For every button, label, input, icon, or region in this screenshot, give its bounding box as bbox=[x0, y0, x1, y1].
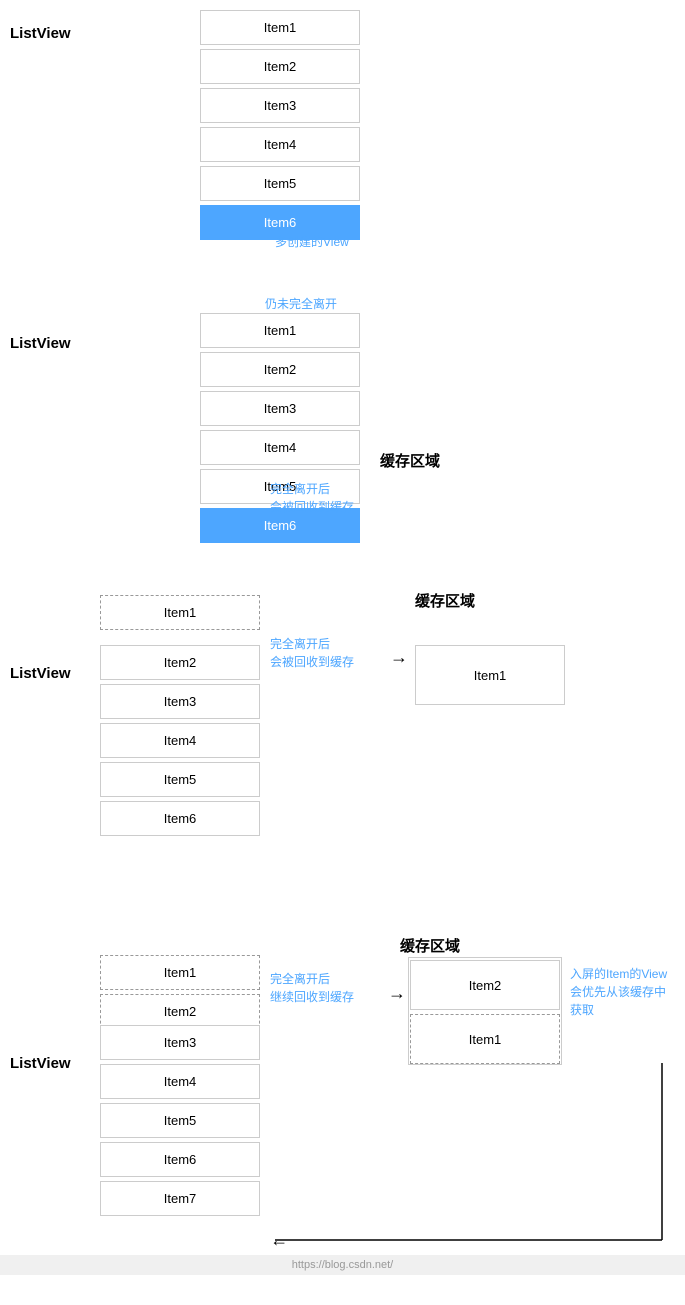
list-item: Item2 bbox=[200, 49, 360, 84]
annotation-recycle-3: 完全离开后 会被回收到缓存 bbox=[270, 635, 354, 671]
list-item: Item7 bbox=[100, 1181, 260, 1216]
annotation-recycle-4: 完全离开后 继续回收到缓存 bbox=[270, 970, 354, 1006]
list-item: Item5 bbox=[200, 166, 360, 201]
cache-box-item1: Item1 bbox=[415, 645, 565, 705]
section-3: ListView Item1 完全离开后 会被回收到缓存 → 缓存区域 Item… bbox=[0, 595, 685, 915]
list-item: Item5 bbox=[100, 762, 260, 797]
annotation-extra-view: 多创建的View bbox=[275, 233, 349, 250]
annotation-not-left: 仍未完全离开 bbox=[265, 295, 337, 312]
list-item: Item2 bbox=[200, 352, 360, 387]
arrow-right-4: → bbox=[388, 983, 406, 1004]
annotation-recycle: 完全离开后 会被回收到缓存 bbox=[270, 480, 354, 516]
listview-label-1: ListView bbox=[10, 25, 71, 42]
list-item: Item2 bbox=[100, 645, 260, 680]
list-item: Item4 bbox=[200, 127, 360, 162]
cache-box-item2: Item2 bbox=[410, 960, 560, 1010]
annotation-from-cache: 入屏的Item的View 会优先从该缓存中 获取 bbox=[570, 965, 680, 1019]
listview-1: Item1 Item2 Item3 Item4 Item5 Item6 bbox=[200, 10, 360, 244]
list-item: Item6 bbox=[100, 801, 260, 836]
watermark: https://blog.csdn.net/ bbox=[0, 1255, 685, 1275]
list-item-dashed: Item1 bbox=[100, 595, 260, 630]
arrow-left-4: → bbox=[270, 1230, 288, 1251]
listview-label-3: ListView bbox=[10, 665, 71, 682]
list-item-dashed-2: Item2 bbox=[100, 994, 260, 1029]
listview-3: Item2 Item3 Item4 Item5 Item6 bbox=[100, 645, 260, 840]
list-item: Item4 bbox=[200, 430, 360, 465]
list-item: Item6 bbox=[100, 1142, 260, 1177]
cache-box-item1-dashed: Item1 bbox=[410, 1014, 560, 1064]
list-item-dashed-1: Item1 bbox=[100, 955, 260, 990]
listview-label-4: ListView bbox=[10, 1055, 71, 1072]
list-item: Item3 bbox=[100, 684, 260, 719]
section-1: ListView Item1 Item2 Item3 Item4 Item5 I… bbox=[0, 10, 685, 275]
list-item: Item1 bbox=[200, 10, 360, 45]
listview-4: Item3 Item4 Item5 Item6 Item7 bbox=[100, 1025, 260, 1220]
list-item: Item3 bbox=[100, 1025, 260, 1060]
list-item: Item3 bbox=[200, 88, 360, 123]
list-item: Item5 bbox=[100, 1103, 260, 1138]
list-item: Item1 bbox=[200, 313, 360, 348]
cache-label-2: 缓存区域 bbox=[380, 450, 440, 471]
arrow-right-3: → bbox=[390, 647, 408, 668]
cache-label-4-title: 缓存区域 bbox=[400, 935, 460, 956]
cache-label-3-title: 缓存区域 bbox=[415, 590, 475, 611]
section-2: 仍未完全离开 ListView Item1 Item2 Item3 Item4 … bbox=[0, 295, 685, 575]
list-item: Item3 bbox=[200, 391, 360, 426]
listview-label-2: ListView bbox=[10, 335, 71, 352]
list-item: Item4 bbox=[100, 723, 260, 758]
list-item: Item4 bbox=[100, 1064, 260, 1099]
section-4: 缓存区域 Item1 Item2 完全离开后 继续回收到缓存 → Item2 I… bbox=[0, 935, 685, 1275]
